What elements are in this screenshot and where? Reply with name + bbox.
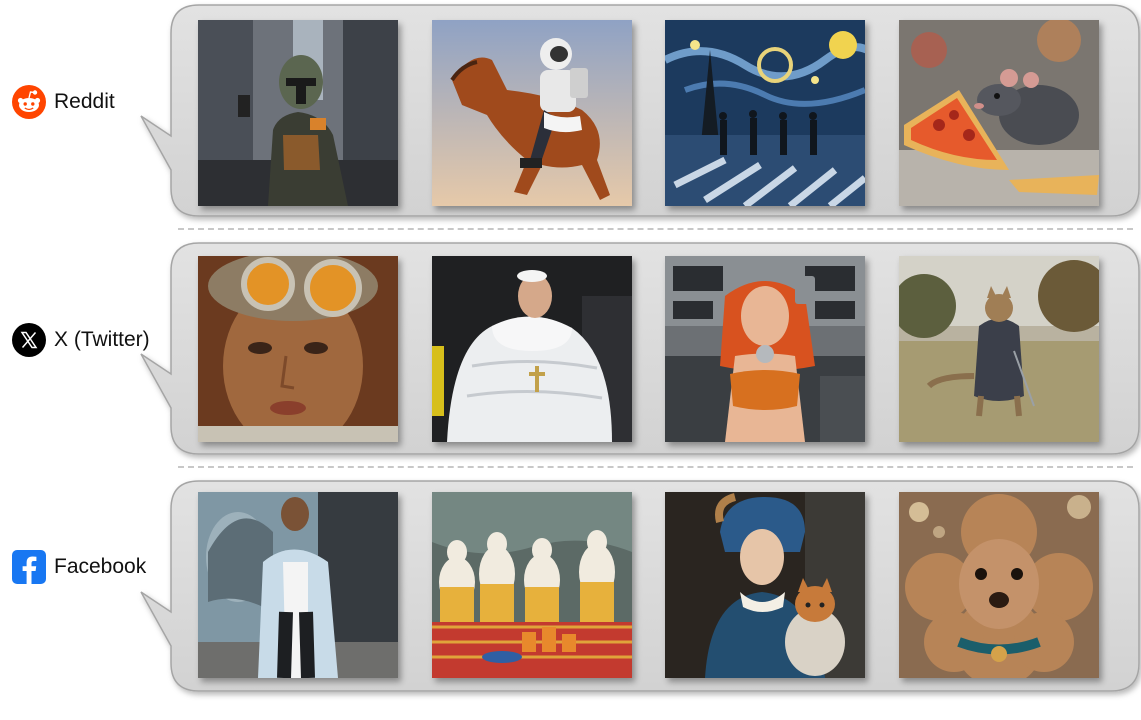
astronaut-riding-horse (432, 20, 632, 206)
image-thumbnail (432, 20, 632, 206)
image-thumbnail (899, 256, 1099, 442)
pope-white-puffer-jacket (432, 256, 632, 442)
image-thumbnail (198, 492, 398, 678)
image-thumbnail (198, 20, 398, 206)
platform-label-facebook: Facebook (12, 550, 146, 584)
image-thumbnail (899, 20, 1099, 206)
starry-night-crosswalk-painting (665, 20, 865, 206)
section-divider (178, 466, 1133, 468)
x-logo-icon (12, 323, 46, 357)
facebook-icon (12, 550, 46, 584)
platform-label-reddit: Reddit (12, 85, 115, 119)
girl-with-headscarf-and-cat (665, 492, 865, 678)
image-thumbnail (899, 492, 1099, 678)
goats-at-picnic-table (432, 492, 632, 678)
section-divider (178, 228, 1133, 230)
platform-label-x: X (Twitter) (12, 323, 150, 357)
image-thumbnail (432, 492, 632, 678)
image-thumbnail (665, 256, 865, 442)
rat-eating-pizza-slice (899, 20, 1099, 206)
cat-playing-golf (899, 256, 1099, 442)
platform-name: X (Twitter) (54, 328, 150, 351)
red-haired-woman-retro-console (665, 256, 865, 442)
platform-name: Reddit (54, 90, 115, 113)
woman-with-goggles-portrait (198, 256, 398, 442)
image-thumbnail (432, 256, 632, 442)
image-thumbnail (198, 256, 398, 442)
platform-name: Facebook (54, 555, 147, 578)
man-in-light-blue-raincoat (198, 492, 398, 678)
poodle-with-collar (899, 492, 1099, 678)
armored-bounty-hunter-city-street (198, 20, 398, 206)
image-thumbnail (665, 492, 865, 678)
reddit-icon (12, 85, 46, 119)
image-thumbnail (665, 20, 865, 206)
